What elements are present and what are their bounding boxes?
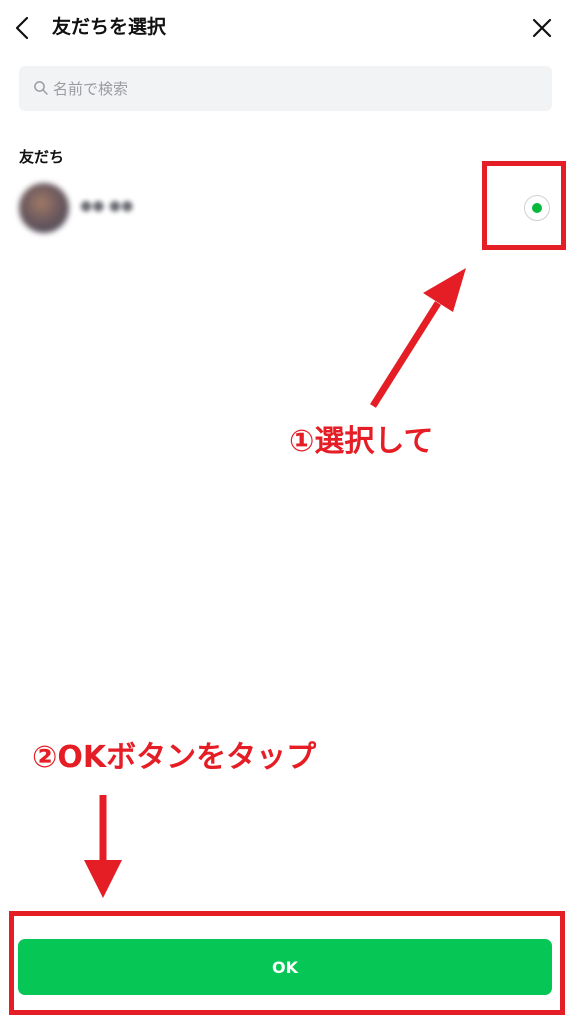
avatar [19,183,69,233]
select-highlight-box [482,161,566,250]
annotation-step1: ①選択して [289,424,434,459]
annotation-arrows [84,268,466,898]
header: 友だちを選択 [0,0,570,56]
friends-section-label: 友だち [19,148,65,166]
annotation-step2: ②OKボタンをタップ [32,740,317,775]
arrow-to-radio-icon [370,268,466,408]
close-icon [532,18,552,38]
ok-button[interactable]: OK [18,939,552,995]
friend-name: ●● ●● [80,198,134,214]
chevron-left-icon [15,16,29,40]
page-title: 友だちを選択 [52,16,167,38]
arrow-to-ok-icon [84,795,122,898]
search-bar[interactable] [19,66,552,111]
close-button[interactable] [528,14,556,42]
search-icon [34,81,48,95]
search-input[interactable] [53,66,533,111]
back-button[interactable] [10,12,38,44]
